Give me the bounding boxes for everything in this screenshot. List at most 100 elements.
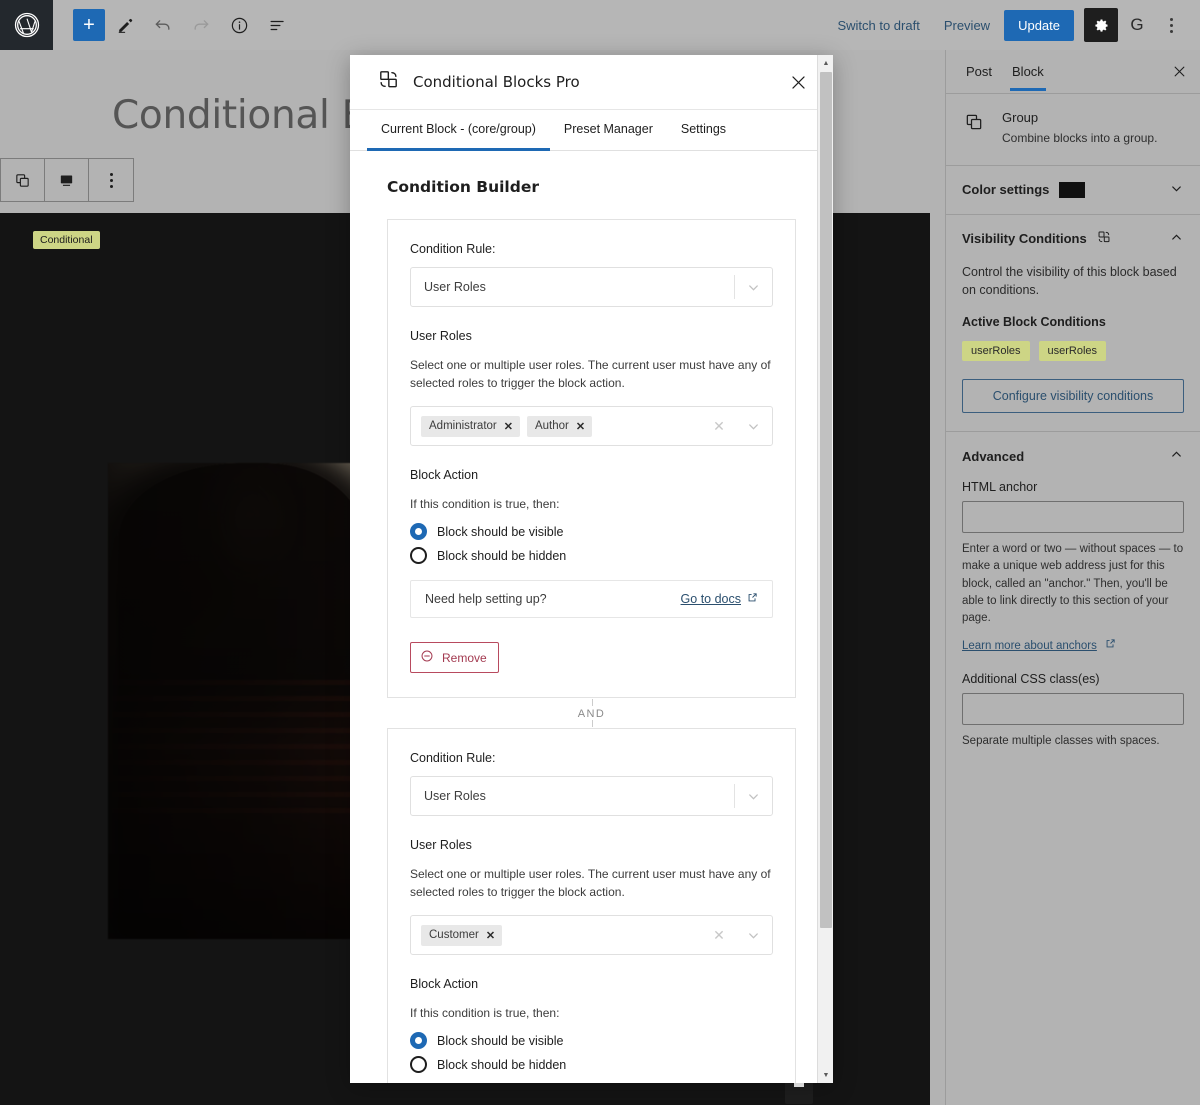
chevron-down-icon[interactable] <box>735 777 772 815</box>
color-settings-header[interactable]: Color settings <box>962 166 1184 214</box>
redo-arrow-icon[interactable] <box>183 7 219 43</box>
visibility-conditions-title: Visibility Conditions <box>962 231 1087 246</box>
close-icon[interactable] <box>1162 55 1196 89</box>
advanced-header[interactable]: Advanced <box>962 432 1184 480</box>
kebab-menu-icon[interactable] <box>1156 8 1186 42</box>
radio-indicator[interactable] <box>410 523 427 540</box>
radio-label: Block should be visible <box>437 525 563 539</box>
scroll-up-arrow-icon[interactable]: ▲ <box>818 55 833 71</box>
condition-tag: userRoles <box>962 341 1030 361</box>
gear-icon[interactable] <box>1084 8 1118 42</box>
radio-indicator[interactable] <box>410 547 427 564</box>
visibility-conditions-header[interactable]: Visibility Conditions <box>962 215 1184 263</box>
info-circle-icon[interactable] <box>221 7 257 43</box>
switch-to-draft-button[interactable]: Switch to draft <box>827 12 929 39</box>
remove-label: Remove <box>442 651 487 665</box>
panel-color-settings: Color settings <box>946 166 1200 215</box>
remove-chip-icon[interactable]: ✕ <box>576 420 585 433</box>
condition-rule-value: User Roles <box>411 777 734 815</box>
radio-block-visible[interactable]: Block should be visible <box>410 1032 773 1049</box>
modal-header: Conditional Blocks Pro <box>350 55 833 110</box>
editor-tools: + <box>53 7 295 43</box>
advanced-body: HTML anchor Enter a word or two — withou… <box>962 480 1184 779</box>
user-roles-multiselect[interactable]: Administrator ✕ Author ✕ ✕ <box>410 406 773 446</box>
chevron-up-icon[interactable] <box>1169 447 1184 465</box>
block-settings-sidebar: Post Block Group Combine blocks into a g… <box>945 50 1200 1105</box>
radio-indicator[interactable] <box>410 1032 427 1049</box>
user-roles-title: User Roles <box>410 838 773 852</box>
radio-label: Block should be hidden <box>437 1058 566 1072</box>
remove-chip-icon[interactable]: ✕ <box>486 929 495 942</box>
group-block-icon <box>962 110 986 147</box>
tab-preset-manager[interactable]: Preset Manager <box>550 110 667 150</box>
more-options-icon[interactable] <box>89 159 133 201</box>
clear-all-icon[interactable]: ✕ <box>704 927 734 944</box>
role-chip: Administrator ✕ <box>421 416 520 437</box>
radio-block-hidden[interactable]: Block should be hidden <box>410 1056 773 1073</box>
condition-tag: userRoles <box>1039 341 1107 361</box>
modal-body: Condition Builder Condition Rule: User R… <box>350 151 833 1083</box>
block-description: Combine blocks into a group. <box>1002 130 1157 147</box>
go-to-docs-label: Go to docs <box>681 592 741 606</box>
group-block-icon[interactable] <box>1 159 45 201</box>
close-icon[interactable] <box>781 65 815 99</box>
css-classes-label: Additional CSS class(es) <box>962 672 1184 686</box>
radio-label: Block should be hidden <box>437 549 566 563</box>
top-bar-actions: Switch to draft Preview Update G <box>827 8 1200 42</box>
undo-arrow-icon[interactable] <box>145 7 181 43</box>
user-roles-description: Select one or multiple user roles. The c… <box>410 356 773 392</box>
remove-chip-icon[interactable]: ✕ <box>504 420 513 433</box>
condition-rule-select[interactable]: User Roles <box>410 267 773 307</box>
conditional-blocks-icon <box>378 69 399 95</box>
advanced-title: Advanced <box>962 449 1024 464</box>
avatar[interactable]: G <box>1122 10 1152 40</box>
conditional-blocks-modal: Conditional Blocks Pro Current Block - (… <box>350 55 833 1083</box>
go-to-docs-link[interactable]: Go to docs <box>681 592 758 606</box>
condition-rule-label: Condition Rule: <box>410 751 773 765</box>
pencil-icon[interactable] <box>107 7 143 43</box>
user-roles-multiselect[interactable]: Customer ✕ ✕ <box>410 915 773 955</box>
condition-builder-title: Condition Builder <box>387 178 796 196</box>
radio-indicator[interactable] <box>410 1056 427 1073</box>
tab-settings[interactable]: Settings <box>667 110 740 150</box>
condition-card: Condition Rule: User Roles User Roles Se… <box>387 219 796 698</box>
preview-button[interactable]: Preview <box>934 12 1000 39</box>
chevron-down-icon[interactable] <box>735 268 772 306</box>
chevron-down-icon[interactable] <box>735 928 772 943</box>
radio-block-visible[interactable]: Block should be visible <box>410 523 773 540</box>
help-bar: Need help setting up? Go to docs <box>410 580 773 618</box>
scroll-down-arrow-icon[interactable]: ▼ <box>818 1067 833 1083</box>
remove-condition-button[interactable]: Remove <box>410 642 499 673</box>
learn-more-anchors-link[interactable]: Learn more about anchors <box>962 640 1097 652</box>
wordpress-logo-icon[interactable] <box>0 0 53 50</box>
add-block-button[interactable]: + <box>73 9 105 41</box>
align-icon[interactable] <box>45 159 89 201</box>
configure-visibility-conditions-button[interactable]: Configure visibility conditions <box>962 379 1184 413</box>
sidebar-tabs: Post Block <box>946 50 1200 94</box>
color-settings-title: Color settings <box>962 182 1049 197</box>
chevron-down-icon[interactable] <box>735 419 772 434</box>
color-swatch[interactable] <box>1059 182 1085 198</box>
update-button[interactable]: Update <box>1004 10 1074 41</box>
condition-card: Condition Rule: User Roles User Roles Se… <box>387 728 796 1083</box>
tab-post[interactable]: Post <box>956 52 1002 91</box>
external-link-icon <box>747 592 758 606</box>
tab-current-block[interactable]: Current Block - (core/group) <box>367 110 550 150</box>
chevron-up-icon[interactable] <box>1169 230 1184 248</box>
html-anchor-field[interactable] <box>962 501 1184 533</box>
scrollbar-thumb[interactable] <box>820 72 832 928</box>
modal-scrollbar[interactable]: ▲ ▼ <box>817 55 833 1083</box>
condition-rule-select[interactable]: User Roles <box>410 776 773 816</box>
editor-top-bar: + Switch to draft Preview Update G <box>0 0 1200 50</box>
selected-roles: Customer ✕ <box>411 925 704 946</box>
block-title: Group <box>1002 110 1157 125</box>
tab-block[interactable]: Block <box>1002 52 1054 91</box>
list-view-icon[interactable] <box>259 7 295 43</box>
visibility-description: Control the visibility of this block bas… <box>962 263 1184 299</box>
visibility-conditions-body: Control the visibility of this block bas… <box>962 263 1184 431</box>
role-chip-label: Author <box>535 420 569 432</box>
clear-all-icon[interactable]: ✕ <box>704 418 734 435</box>
chevron-down-icon[interactable] <box>1169 181 1184 199</box>
css-classes-field[interactable] <box>962 693 1184 725</box>
radio-block-hidden[interactable]: Block should be hidden <box>410 547 773 564</box>
